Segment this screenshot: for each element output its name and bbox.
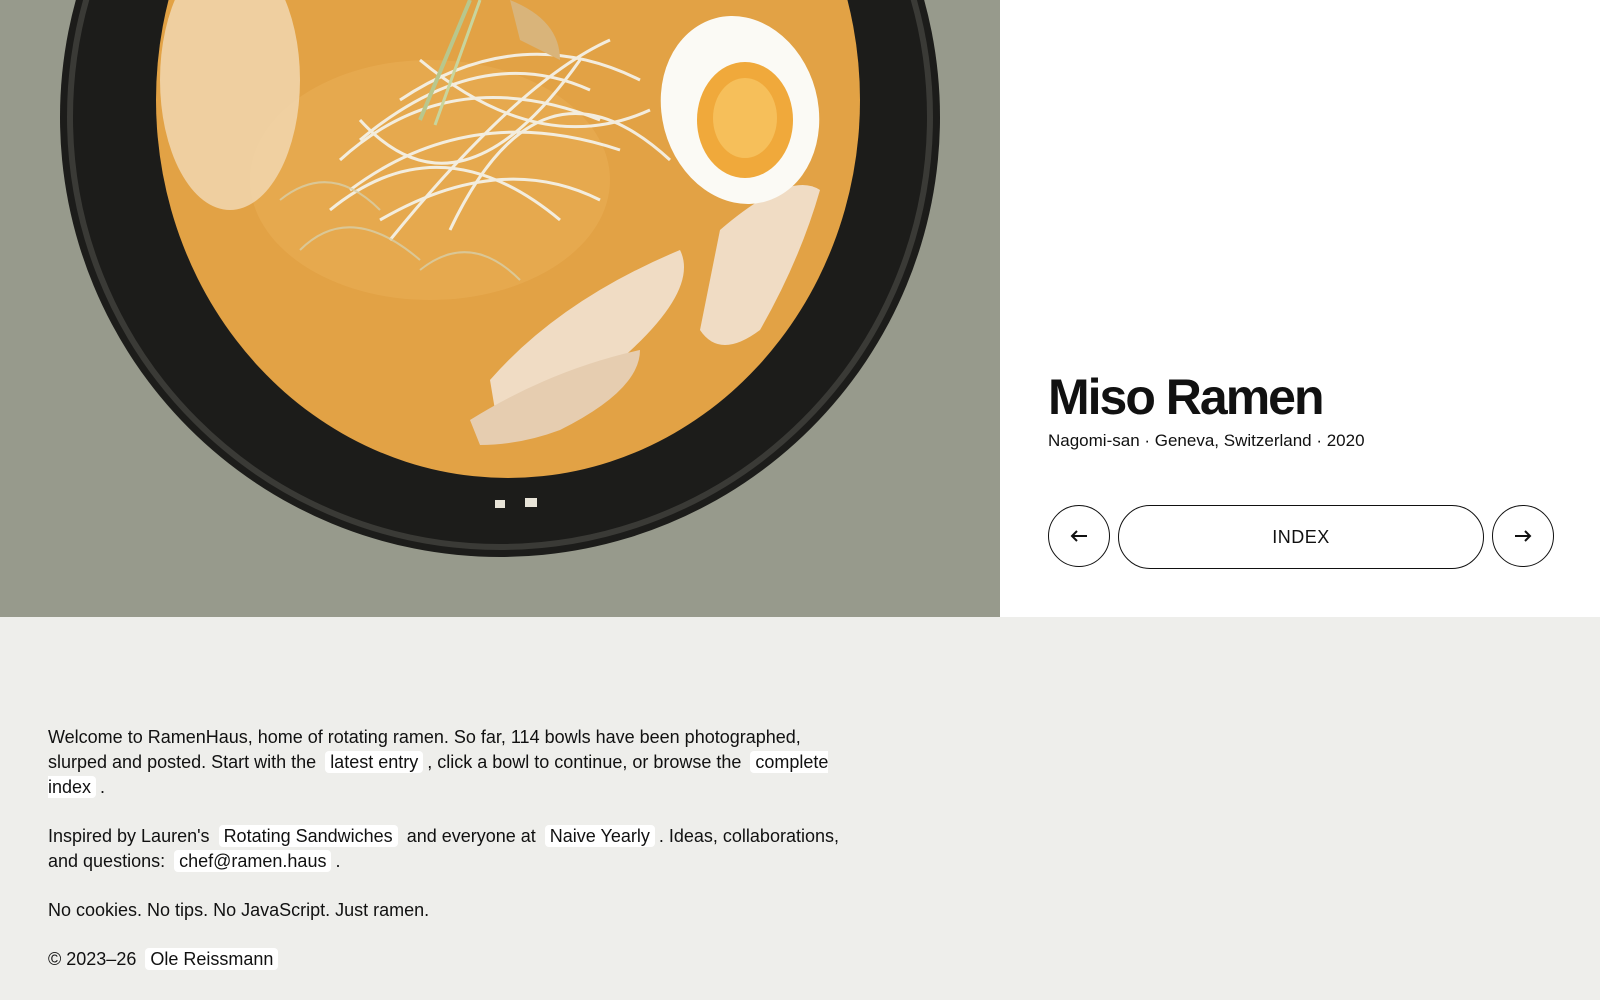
entry-navigation: INDEX [1048, 505, 1554, 569]
entry-info: Miso Ramen Nagomi-san · Geneva, Switzerl… [1048, 370, 1554, 451]
copyright-paragraph: © 2023–26 Ole Reissmann [48, 947, 848, 972]
rotating-sandwiches-link[interactable]: Rotating Sandwiches [218, 825, 398, 847]
policy-paragraph: No cookies. No tips. No JavaScript. Just… [48, 900, 430, 920]
previous-button[interactable] [1048, 505, 1110, 567]
ramen-photo[interactable] [0, 0, 1000, 617]
latest-entry-link[interactable]: latest entry [325, 751, 424, 773]
hero-section: Miso Ramen Nagomi-san · Geneva, Switzerl… [0, 0, 1600, 617]
welcome-text-2: , click a bowl to continue, or browse th… [427, 752, 742, 772]
inspiration-text: Inspired by Lauren's [48, 826, 210, 846]
inspiration-text-4: . [335, 851, 341, 871]
entry-title: Miso Ramen [1048, 369, 1325, 425]
naive-yearly-link[interactable]: Naive Yearly [544, 825, 655, 847]
welcome-paragraph: Welcome to RamenHaus, home of rotating r… [48, 725, 848, 800]
author-link[interactable]: Ole Reissmann [145, 948, 279, 970]
copyright-text: © 2023–26 [48, 949, 137, 969]
arrow-left-icon [1070, 530, 1087, 542]
entry-meta: Nagomi-san · Geneva, Switzerland · 2020 [1048, 431, 1365, 450]
index-button[interactable]: INDEX [1118, 505, 1484, 569]
site-footer: Welcome to RamenHaus, home of rotating r… [48, 725, 848, 996]
inspiration-paragraph: Inspired by Lauren's Rotating Sandwiches… [48, 824, 848, 874]
inspiration-text-2: and everyone at [406, 826, 536, 846]
next-button[interactable] [1492, 505, 1554, 567]
email-link[interactable]: chef@ramen.haus [174, 850, 332, 872]
arrow-right-icon [1515, 530, 1532, 542]
welcome-text-3: . [100, 777, 106, 797]
ramen-bowl-image [60, 0, 940, 557]
